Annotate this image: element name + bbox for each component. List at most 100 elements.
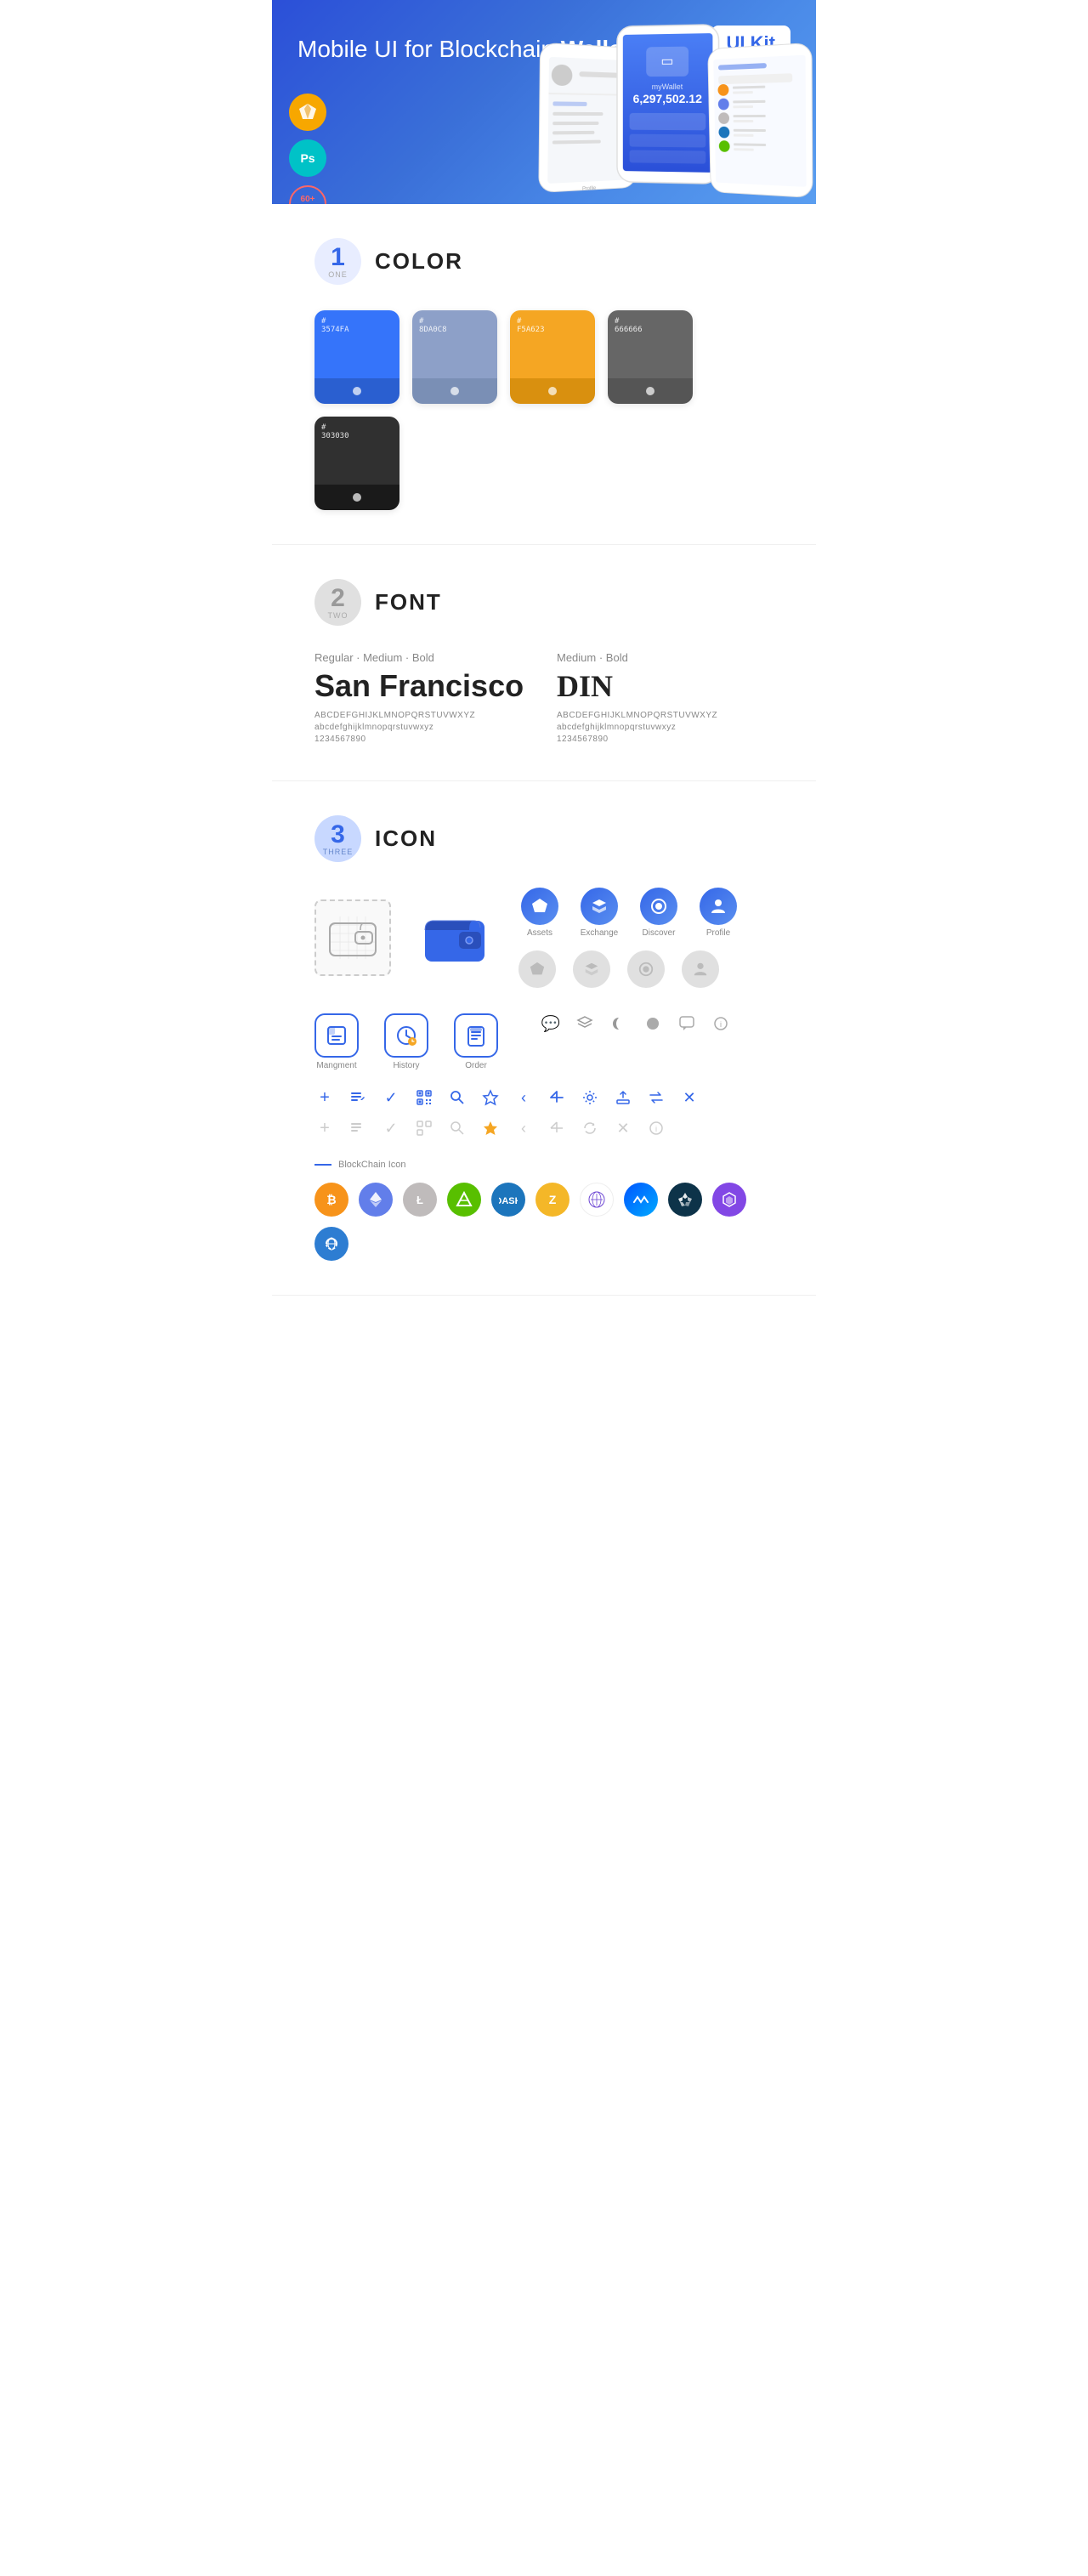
font-section: 2 TWO FONT Regular · Medium · Bold San F… xyxy=(272,545,816,781)
svg-text:Ł: Ł xyxy=(416,1194,423,1206)
color-section: 1 ONE COLOR #3574FA #8DA0C8 #F5A623 #666… xyxy=(272,204,816,545)
wallet-wireframe-icon xyxy=(314,899,391,976)
management-icon xyxy=(314,1013,359,1058)
svg-text:i: i xyxy=(655,1125,657,1133)
message-icon: 💬 xyxy=(541,1013,561,1034)
sf-name: San Francisco xyxy=(314,668,531,704)
font-grid: Regular · Medium · Bold San Francisco AB… xyxy=(314,651,774,746)
check-icon: ✓ xyxy=(381,1087,401,1108)
sf-style: Regular · Medium · Bold xyxy=(314,651,531,664)
settings-icon xyxy=(580,1087,600,1108)
svg-text:Profile: Profile xyxy=(582,186,597,192)
sf-lowercase: abcdefghijklmnopqrstuvwxyz xyxy=(314,723,531,732)
list-edit-icon xyxy=(348,1087,368,1108)
din-numbers: 1234567890 xyxy=(557,735,774,744)
management-icon-item: Mangment xyxy=(314,1013,359,1070)
blockchain-line xyxy=(314,1164,332,1166)
section-3-badge: 3 THREE xyxy=(314,815,361,862)
sf-uppercase: ABCDEFGHIJKLMNOPQRSTUVWXYZ xyxy=(314,711,531,720)
discover-icon-item: Discover xyxy=(638,888,680,938)
search-ghost-icon xyxy=(447,1118,468,1138)
refresh-ghost-icon xyxy=(580,1118,600,1138)
font-title: FONT xyxy=(375,589,442,616)
exchange-ghost-icon xyxy=(573,950,610,988)
discover-label: Discover xyxy=(643,928,676,938)
list-ghost-icon xyxy=(348,1118,368,1138)
swatch-blue: #3574FA xyxy=(314,310,400,404)
svg-text:Z: Z xyxy=(549,1193,557,1206)
profile-label: Profile xyxy=(706,928,730,938)
svg-text:DASH: DASH xyxy=(499,1196,518,1206)
info-ghost-icon: i xyxy=(646,1118,666,1138)
transfer-icon xyxy=(646,1087,666,1108)
small-icons-group: 💬 i xyxy=(541,1013,731,1034)
assets-icon-item: Assets xyxy=(518,888,561,938)
wallet-icons-row: Assets Exchange Discover xyxy=(314,888,774,988)
color-swatches: #3574FA #8DA0C8 #F5A623 #666666 #303030 xyxy=(314,310,774,510)
close-ghost-icon: ✕ xyxy=(613,1118,633,1138)
svg-text:i: i xyxy=(720,1020,722,1029)
swatch-gray-blue: #8DA0C8 xyxy=(412,310,497,404)
exchange-icon-item: Exchange xyxy=(578,888,620,938)
upload-icon xyxy=(613,1087,633,1108)
exchange-label: Exchange xyxy=(581,928,618,938)
sf-numbers: 1234567890 xyxy=(314,735,531,744)
svg-text:₿: ₿ xyxy=(326,1193,336,1206)
nav-icons-bottom xyxy=(518,950,740,988)
section-2-badge: 2 TWO xyxy=(314,579,361,626)
screens-badge: 60+Screens xyxy=(289,185,326,204)
din-style: Medium · Bold xyxy=(557,651,774,664)
ada-coin xyxy=(668,1183,702,1217)
dash-coin: DASH xyxy=(491,1183,525,1217)
svg-text:myWallet: myWallet xyxy=(652,82,683,91)
profile-icon-item: Profile xyxy=(697,888,740,938)
qr-ghost-icon xyxy=(414,1118,434,1138)
history-label: History xyxy=(393,1061,419,1070)
grid-coin xyxy=(580,1183,614,1217)
plus-icon: + xyxy=(314,1087,335,1108)
icon-section: 3 THREE ICON xyxy=(272,781,816,1296)
section-2-number: 2 xyxy=(331,586,345,611)
other-coin xyxy=(314,1227,348,1261)
matic-coin xyxy=(712,1183,746,1217)
management-label: Mangment xyxy=(316,1061,356,1070)
history-icon-item: History xyxy=(384,1013,428,1070)
font-section-header: 2 TWO FONT xyxy=(314,579,774,626)
btc-coin: ₿ xyxy=(314,1183,348,1217)
plus-ghost-icon: + xyxy=(314,1118,335,1138)
star-ghost-icon xyxy=(480,1118,501,1138)
din-name: DIN xyxy=(557,668,774,704)
back-ghost-icon: ‹ xyxy=(513,1118,534,1138)
speech-bubble-icon xyxy=(677,1013,697,1034)
assets-icon xyxy=(521,888,558,925)
icon-section-header: 3 THREE ICON xyxy=(314,815,774,862)
nav-icons-group: Assets Exchange Discover xyxy=(518,888,740,988)
din-lowercase: abcdefghijklmnopqrstuvwxyz xyxy=(557,723,774,732)
ltc-coin: Ł xyxy=(403,1183,437,1217)
blockchain-label: BlockChain Icon xyxy=(314,1160,774,1170)
zec-coin: Z xyxy=(536,1183,570,1217)
discover-ghost-icon xyxy=(627,950,665,988)
section-3-label: THREE xyxy=(323,848,354,856)
utility-icons-row-2: + ✓ ‹ ✕ i xyxy=(314,1118,774,1138)
check-ghost-icon: ✓ xyxy=(381,1118,401,1138)
wallet-filled-icon xyxy=(416,899,493,976)
order-icon xyxy=(454,1013,498,1058)
section-1-label: ONE xyxy=(328,270,348,279)
font-sf: Regular · Medium · Bold San Francisco AB… xyxy=(314,651,531,746)
discover-icon xyxy=(640,888,677,925)
eth-coin xyxy=(359,1183,393,1217)
assets-label: Assets xyxy=(527,928,552,938)
swatch-gray: #666666 xyxy=(608,310,693,404)
svg-text:6,297,502.12: 6,297,502.12 xyxy=(633,92,703,105)
star-icon xyxy=(480,1087,501,1108)
color-title: COLOR xyxy=(375,248,463,275)
history-icon xyxy=(384,1013,428,1058)
share-ghost-icon xyxy=(547,1118,567,1138)
sketch-badge xyxy=(289,94,326,131)
search-icon xyxy=(447,1087,468,1108)
moon-icon xyxy=(609,1013,629,1034)
assets-ghost-icon xyxy=(518,950,556,988)
order-icon-item: Order xyxy=(454,1013,498,1070)
profile-ghost-icon xyxy=(682,950,719,988)
